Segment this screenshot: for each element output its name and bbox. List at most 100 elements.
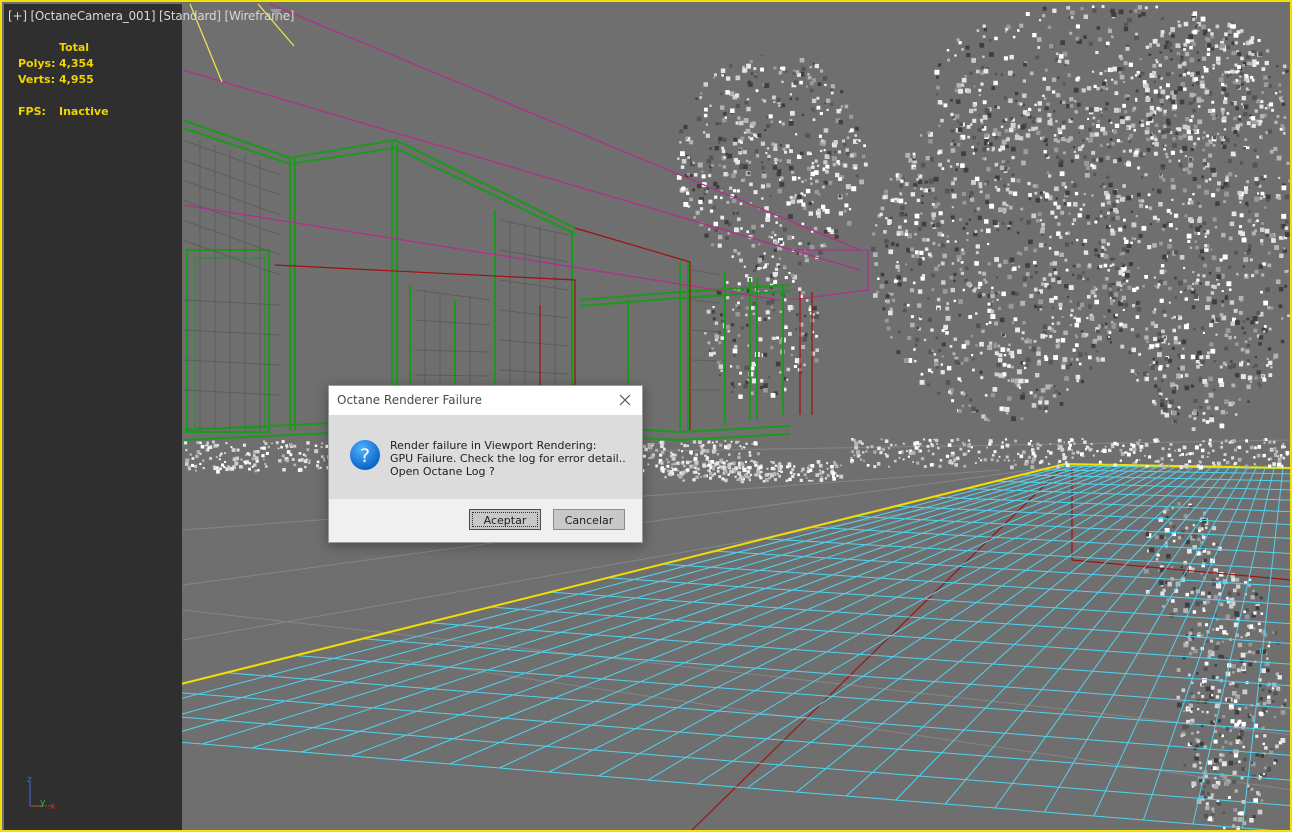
tree-point xyxy=(1243,610,1246,614)
tree-point xyxy=(1115,266,1119,270)
hedge-point xyxy=(664,476,667,479)
hedge-point xyxy=(1212,461,1215,465)
hedge-point xyxy=(224,461,227,463)
hedge-point xyxy=(898,457,901,459)
tree-point xyxy=(1231,383,1236,388)
tree-point xyxy=(1230,321,1235,326)
tree-point xyxy=(782,265,786,269)
tree-point xyxy=(1033,260,1037,265)
tree-point xyxy=(1179,99,1185,105)
tree-point xyxy=(1171,33,1175,38)
tree-point xyxy=(712,351,716,355)
tree-point xyxy=(956,38,960,42)
viewport-shading-menu[interactable]: [Wireframe] xyxy=(225,9,295,23)
tree-point xyxy=(1224,399,1229,405)
tree-point xyxy=(1234,63,1238,67)
tree-point xyxy=(1164,366,1167,369)
hedge-point xyxy=(251,465,254,468)
tree-point xyxy=(935,93,939,96)
tree-point xyxy=(959,267,963,271)
tree-point xyxy=(1020,300,1026,306)
tree-point xyxy=(843,163,848,168)
tree-point xyxy=(703,82,708,87)
hedge-point xyxy=(680,442,683,445)
hedge-point xyxy=(647,463,650,466)
hedge-point xyxy=(1220,441,1223,445)
tree-point xyxy=(1012,119,1015,122)
hedge-point xyxy=(894,444,897,447)
viewport-scene[interactable] xyxy=(0,0,1292,832)
cancel-button[interactable]: Cancelar xyxy=(553,509,625,530)
tree-point xyxy=(772,95,776,100)
tree-point xyxy=(1189,200,1194,205)
tree-point xyxy=(1230,101,1234,106)
tree-point xyxy=(816,96,820,100)
tree-point xyxy=(745,306,749,310)
tree-point xyxy=(818,134,822,138)
hedge-point xyxy=(1069,438,1074,442)
tree-point xyxy=(1191,305,1196,309)
tree-point xyxy=(1259,712,1264,717)
tree-point xyxy=(1260,772,1264,777)
tree-point xyxy=(835,172,840,178)
tree-point xyxy=(1219,625,1224,630)
tree-point xyxy=(804,314,807,318)
close-icon[interactable] xyxy=(614,389,636,411)
tree-point xyxy=(1227,29,1233,34)
tree-point xyxy=(1183,21,1189,27)
tree-point xyxy=(1010,177,1016,183)
tree-point xyxy=(1244,273,1248,277)
tree-point xyxy=(941,233,945,237)
tree-point xyxy=(1068,136,1073,141)
tree-point xyxy=(1102,81,1107,86)
tree-point xyxy=(1228,760,1234,766)
viewport[interactable]: [+] [OctaneCamera_001] [Standard] [Wiref… xyxy=(0,0,1292,832)
hedge-point xyxy=(289,443,293,447)
tree-point xyxy=(763,252,766,255)
tree-point xyxy=(1229,604,1234,609)
dialog-footer: Aceptar Cancelar xyxy=(329,499,642,542)
tree-point xyxy=(749,60,753,64)
tree-point xyxy=(1121,263,1124,266)
hedge-point xyxy=(271,442,273,445)
viewport-mode-menu[interactable]: [Standard] xyxy=(159,9,221,23)
tree-point xyxy=(994,73,997,76)
tree-point xyxy=(1177,23,1182,28)
tree-point xyxy=(1153,336,1158,341)
dialog-message-line: GPU Failure. Check the log for error det… xyxy=(390,452,626,465)
tree-point xyxy=(1222,361,1227,366)
tree-point xyxy=(1211,299,1217,305)
tree-point xyxy=(1049,262,1053,266)
tree-point xyxy=(1135,32,1138,36)
tree-point xyxy=(1254,181,1260,186)
tree-point xyxy=(1049,334,1053,339)
tree-point xyxy=(1278,176,1281,179)
tree-point xyxy=(721,146,725,150)
hedge-point xyxy=(321,455,324,458)
tree-point xyxy=(1054,186,1059,192)
tree-point xyxy=(1038,119,1041,122)
tree-point xyxy=(1011,291,1016,296)
tree-point xyxy=(1160,591,1165,596)
tree-point xyxy=(934,69,940,75)
tree-point xyxy=(946,235,949,238)
tree-point xyxy=(1214,664,1217,667)
tree-point xyxy=(927,297,930,300)
tree-point xyxy=(1095,350,1098,353)
hedge-point xyxy=(1021,450,1026,455)
viewport-menu-plus[interactable]: [+] xyxy=(8,9,27,23)
accept-button[interactable]: Aceptar xyxy=(469,509,541,530)
dialog-titlebar[interactable]: Octane Renderer Failure xyxy=(329,386,642,415)
hedge-point xyxy=(1154,460,1157,463)
tree-point xyxy=(1088,127,1092,132)
tree-point xyxy=(795,133,798,136)
hedge-point xyxy=(1135,459,1139,462)
tree-point xyxy=(713,311,716,314)
tree-point xyxy=(1177,353,1181,357)
tree-point xyxy=(1069,300,1073,303)
tree-point xyxy=(1185,641,1189,645)
tree-point xyxy=(1254,177,1259,182)
viewport-camera-menu[interactable]: [OctaneCamera_001] xyxy=(30,9,155,23)
tree-point xyxy=(1036,351,1041,356)
funnel-icon[interactable] xyxy=(270,9,282,22)
